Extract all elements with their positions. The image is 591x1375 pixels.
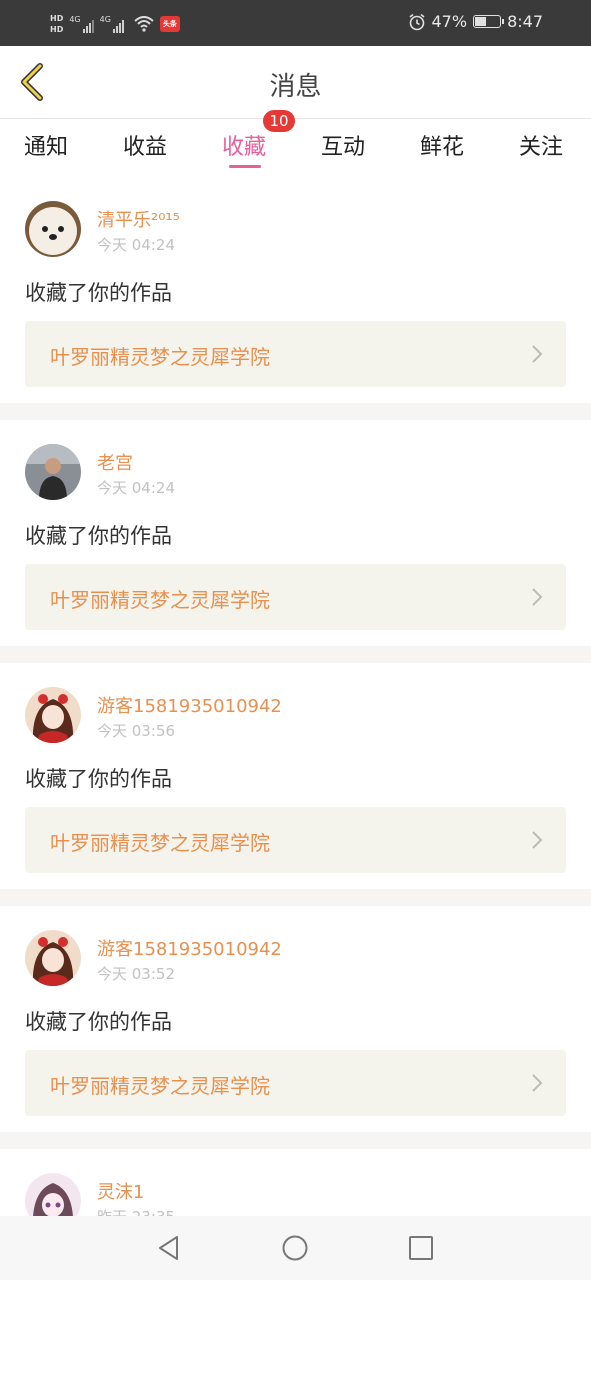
battery-icon [473, 15, 505, 28]
chevron-right-icon [532, 588, 543, 606]
clock: 8:47 [507, 12, 543, 31]
user-name[interactable]: 老宫 [97, 449, 133, 475]
page-title: 消息 [269, 72, 322, 102]
chevron-right-icon [532, 345, 543, 363]
notification-list: 清平乐²⁰¹⁵ 今天 04:24 收藏了你的作品 叶罗丽精灵梦之灵犀学院 老宫 … [0, 177, 591, 1375]
person-avatar[interactable] [25, 444, 81, 500]
divider [0, 403, 591, 420]
notification-time: 今天 04:24 [97, 479, 175, 497]
tab-favorites[interactable]: 收藏 [222, 129, 266, 161]
tab-follow[interactable]: 关注 [519, 129, 563, 161]
action-text: 收藏了你的作品 [25, 1010, 172, 1034]
work-link[interactable]: 叶罗丽精灵梦之灵犀学院 [25, 807, 566, 873]
divider [0, 1132, 591, 1149]
dog-avatar[interactable] [25, 201, 81, 257]
system-nav-bar [0, 1216, 591, 1280]
notification-time: 今天 03:56 [97, 722, 175, 740]
user-name[interactable]: 游客1581935010942 [97, 935, 282, 961]
user-name[interactable]: 灵沫1 [97, 1178, 144, 1204]
status-bar: HD HD 4G 4G 头条 47% 8:47 [0, 0, 591, 46]
status-left: HD HD 4G 4G 头条 [50, 8, 180, 40]
work-title: 叶罗丽精灵梦之灵犀学院 [50, 588, 270, 612]
tab-bar: 通知 收益 收藏 互动 鲜花 关注 [0, 119, 591, 177]
wifi-icon [134, 16, 154, 32]
app-notification-icon: 头条 [159, 16, 180, 32]
tab-flowers[interactable]: 鲜花 [420, 129, 464, 161]
divider [0, 889, 591, 906]
battery-percent: 47% [431, 12, 468, 31]
hd-indicator: HD HD [50, 13, 63, 35]
signal-sim1-icon: 4G [69, 15, 94, 33]
user-name[interactable]: 游客1581935010942 [97, 692, 282, 718]
anime-girl-avatar[interactable] [25, 930, 81, 986]
hd1-label: HD [50, 14, 64, 23]
hd2-label: HD [50, 25, 64, 34]
tab-earnings[interactable]: 收益 [123, 129, 167, 161]
notification-item: 游客1581935010942 今天 03:56 收藏了你的作品 叶罗丽精灵梦之… [0, 663, 591, 889]
back-triangle-icon[interactable] [155, 1234, 183, 1262]
work-link[interactable]: 叶罗丽精灵梦之灵犀学院 [25, 1050, 566, 1116]
alarm-icon [408, 13, 425, 30]
chevron-right-icon [532, 1074, 543, 1092]
work-title: 叶罗丽精灵梦之灵犀学院 [50, 1074, 270, 1098]
chevron-right-icon [532, 831, 543, 849]
header: 消息 [0, 46, 591, 119]
work-link[interactable]: 叶罗丽精灵梦之灵犀学院 [25, 321, 566, 387]
notification-time: 今天 03:52 [97, 965, 175, 983]
work-title: 叶罗丽精灵梦之灵犀学院 [50, 831, 270, 855]
active-tab-indicator [229, 165, 261, 168]
signal-sim2-icon: 4G [100, 15, 124, 33]
anime-girl-avatar[interactable] [25, 687, 81, 743]
favorites-count-badge: 10 [263, 110, 295, 132]
tab-notice[interactable]: 通知 [24, 129, 68, 161]
action-text: 收藏了你的作品 [25, 767, 172, 791]
action-text: 收藏了你的作品 [25, 281, 172, 305]
action-text: 收藏了你的作品 [25, 524, 172, 548]
notification-time: 今天 04:24 [97, 236, 175, 254]
notification-item: 老宫 今天 04:24 收藏了你的作品 叶罗丽精灵梦之灵犀学院 [0, 420, 591, 646]
notification-item: 游客1581935010942 今天 03:52 收藏了你的作品 叶罗丽精灵梦之… [0, 906, 591, 1132]
sim1-tech-label: 4G [69, 15, 81, 24]
tab-interaction[interactable]: 互动 [321, 129, 365, 161]
user-name[interactable]: 清平乐²⁰¹⁵ [97, 206, 180, 232]
sim2-tech-label: 4G [99, 15, 111, 24]
home-circle-icon[interactable] [281, 1234, 309, 1262]
work-link[interactable]: 叶罗丽精灵梦之灵犀学院 [25, 564, 566, 630]
recents-square-icon[interactable] [407, 1234, 435, 1262]
status-right: 47% 8:47 [408, 12, 543, 31]
divider [0, 646, 591, 663]
notification-item: 清平乐²⁰¹⁵ 今天 04:24 收藏了你的作品 叶罗丽精灵梦之灵犀学院 [0, 177, 591, 403]
work-title: 叶罗丽精灵梦之灵犀学院 [50, 345, 270, 369]
